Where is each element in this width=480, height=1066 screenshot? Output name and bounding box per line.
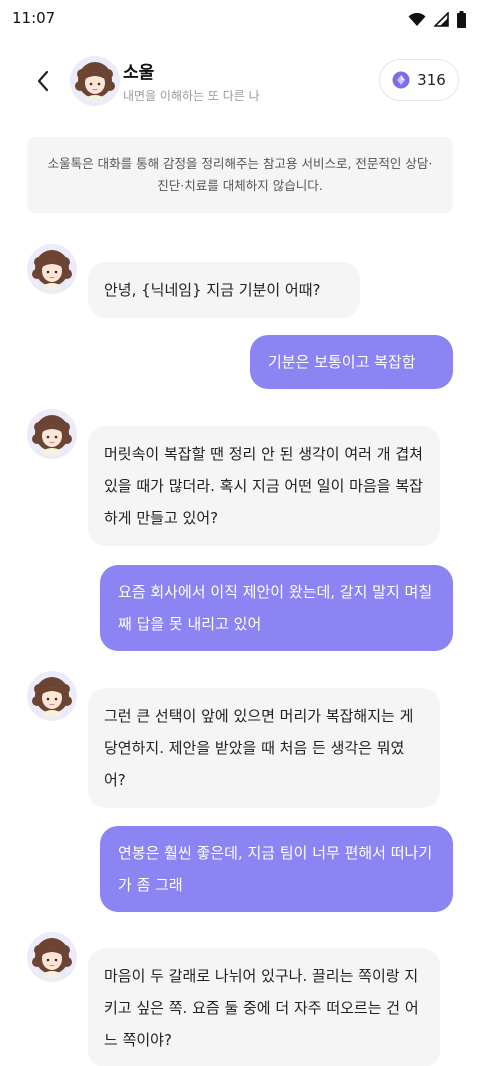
character-avatar[interactable]	[70, 56, 120, 106]
user-message: 요즘 회사에서 이직 제안이 왔는데, 갈지 말지 며칠째 답을 못 내리고 있…	[100, 565, 453, 651]
bot-message: 머릿속이 복잡할 땐 정리 안 된 생각이 여러 개 겹쳐 있을 때가 많더라.…	[88, 426, 440, 546]
chevron-left-icon	[37, 70, 49, 92]
disclaimer-notice: 소울톡은 대화를 통해 감정을 정리해주는 참고용 서비스로, 전문적인 상담·…	[27, 137, 453, 213]
user-message: 연봉은 훨씬 좋은데, 지금 팀이 너무 편해서 떠나기가 좀 그래	[100, 826, 453, 912]
status-icons	[408, 11, 466, 28]
bot-message: 안녕, {닉네임} 지금 기분이 어때?	[88, 262, 360, 318]
points-count: 316	[417, 71, 446, 89]
gem-icon	[392, 71, 410, 89]
bot-avatar	[27, 409, 77, 459]
bot-message: 그런 큰 선택이 앞에 있으면 머리가 복잡해지는 게 당연하지. 제안을 받았…	[88, 688, 440, 808]
character-name: 소울	[123, 63, 155, 83]
bot-avatar	[27, 932, 77, 982]
chat-header: 소울 내면을 이해하는 또 다른 나 316	[0, 50, 480, 112]
character-subtitle: 내면을 이해하는 또 다른 나	[123, 89, 260, 103]
cellular-signal-icon	[434, 12, 449, 27]
status-time: 11:07	[12, 9, 56, 27]
bot-message: 마음이 두 갈래로 나뉘어 있구나. 끌리는 쪽이랑 지키고 싶은 쪽. 요즘 …	[88, 948, 440, 1066]
back-button[interactable]	[28, 66, 58, 96]
wifi-icon	[408, 12, 426, 26]
bot-avatar	[27, 244, 77, 294]
status-bar: 11:07	[0, 0, 480, 44]
bot-avatar	[27, 671, 77, 721]
points-button[interactable]: 316	[379, 59, 459, 101]
user-message: 기분은 보통이고 복잡함	[250, 335, 453, 389]
battery-icon	[457, 11, 466, 28]
